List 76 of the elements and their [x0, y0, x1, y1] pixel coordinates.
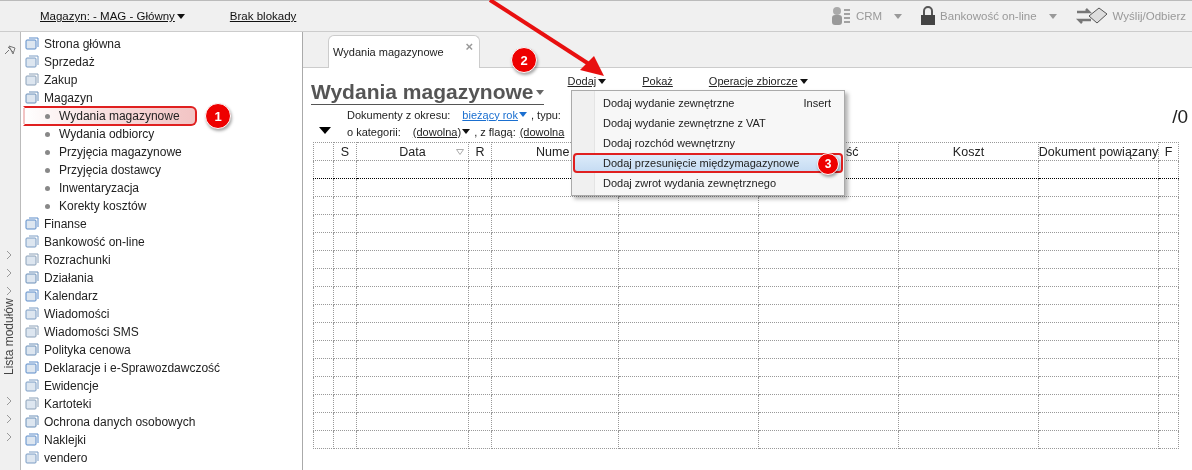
period-dropdown[interactable]: bieżący rok	[462, 108, 527, 121]
module-icon	[25, 55, 39, 69]
module-item[interactable]: Rozrachunki	[44, 253, 111, 267]
pin-icon[interactable]	[3, 44, 17, 56]
module-item[interactable]: Naklejki	[44, 433, 86, 447]
filter-label: , typu:	[530, 108, 561, 121]
module-item[interactable]: Ewidencje	[44, 379, 99, 393]
filter-label: , z flagą:	[474, 125, 516, 138]
module-item[interactable]: vendero	[44, 451, 88, 465]
module-item[interactable]: Deklaracje i e-Sprawozdawczość	[44, 361, 221, 375]
person-icon	[829, 6, 852, 26]
module-icon	[25, 307, 39, 321]
module-item[interactable]: Strona główna	[44, 37, 121, 51]
collapse-icon[interactable]	[319, 126, 331, 134]
column-header[interactable]: Data	[399, 144, 426, 159]
module-item[interactable]: Bankowość on-line	[44, 235, 145, 249]
exchange-arrows-icon	[1074, 6, 1109, 26]
module-item[interactable]: Polityka cenowa	[44, 343, 131, 357]
module-item[interactable]: Finanse	[44, 217, 87, 231]
action-menu[interactable]: Operacje zbiorcze	[708, 75, 808, 87]
sort-icon[interactable]	[456, 148, 464, 155]
submodule-item[interactable]: Inwentaryzacja	[23, 179, 195, 197]
padlock-icon	[920, 6, 937, 26]
module-icon	[25, 217, 39, 231]
module-icon	[25, 379, 39, 393]
module-icon	[25, 343, 39, 357]
module-icon	[25, 289, 39, 303]
column-header[interactable]: ść	[846, 144, 859, 159]
submodule-item[interactable]: Wydania magazynowe	[23, 106, 197, 126]
submodule-item[interactable]: Wydania odbiorcy	[23, 125, 195, 143]
module-item[interactable]: Kartoteki	[44, 397, 92, 411]
module-icon	[25, 415, 39, 429]
panel-title: Lista modułów	[2, 298, 17, 375]
module-item[interactable]: Zakup	[44, 73, 78, 87]
module-icon	[25, 433, 39, 447]
record-count: /0	[1172, 106, 1188, 128]
lock-status-link[interactable]: Brak blokady	[229, 10, 297, 22]
module-icon	[25, 91, 39, 105]
action-menu[interactable]: Pokaż	[642, 75, 673, 87]
module-item[interactable]: Wiadomości	[44, 307, 110, 321]
submodule-item[interactable]: Przyjęcia magazynowe	[23, 143, 195, 161]
menu-item[interactable]: Dodaj wydanie zewnętrzne z VAT	[573, 113, 843, 133]
module-item[interactable]: Wiadomości SMS	[44, 325, 139, 339]
menu-item[interactable]: Dodaj wydanie zewnętrzne Insert	[573, 93, 843, 113]
step-badge: 3	[817, 153, 839, 175]
module-item[interactable]: Sprzedaż	[44, 55, 95, 69]
module-icon	[25, 271, 39, 285]
column-header[interactable]: Koszt	[952, 144, 985, 159]
module-item[interactable]: Ochrona danych osobowych	[44, 415, 196, 429]
module-item[interactable]: Działania	[44, 271, 94, 285]
menu-item[interactable]: Dodaj zwrot wydania zewnętrznego	[573, 173, 843, 193]
filter-label: Dokumenty z okresu:	[347, 108, 451, 121]
module-icon	[25, 73, 39, 87]
step-badge: 1	[205, 103, 231, 129]
caret-icon[interactable]	[799, 78, 808, 84]
submodule-item[interactable]: Przyjęcia dostawcy	[23, 161, 195, 179]
menu-item[interactable]: Dodaj rozchód wewnętrzny	[573, 133, 843, 153]
module-icon	[25, 397, 39, 411]
module-icon	[25, 253, 39, 267]
module-icon	[25, 361, 39, 375]
module-item[interactable]: Kalendarz	[44, 289, 99, 303]
module-icon	[25, 451, 39, 465]
menu-item[interactable]: Dodaj przesunięcie międzymagazynowe 3	[573, 153, 843, 173]
module-item[interactable]: Magazyn	[44, 91, 93, 105]
module-icon	[25, 325, 39, 339]
page-title[interactable]: Wydania magazynowe	[311, 75, 544, 105]
flag-dropdown[interactable]: (dowolna	[519, 125, 565, 138]
document-tab[interactable]: Wydania magazynowe ×	[328, 35, 481, 68]
submodule-item[interactable]: Korekty kosztów	[23, 197, 195, 215]
column-header[interactable]: Dokument powiązany	[1038, 144, 1159, 159]
warehouse-selector[interactable]: Magazyn: - MAG - Główny	[40, 10, 185, 22]
module-icon	[25, 235, 39, 249]
module-icon	[25, 37, 39, 51]
category-dropdown[interactable]: (dowolna)	[412, 125, 471, 138]
filter-label: o kategorii:	[347, 125, 401, 138]
shortcut-label: Insert	[803, 97, 831, 109]
